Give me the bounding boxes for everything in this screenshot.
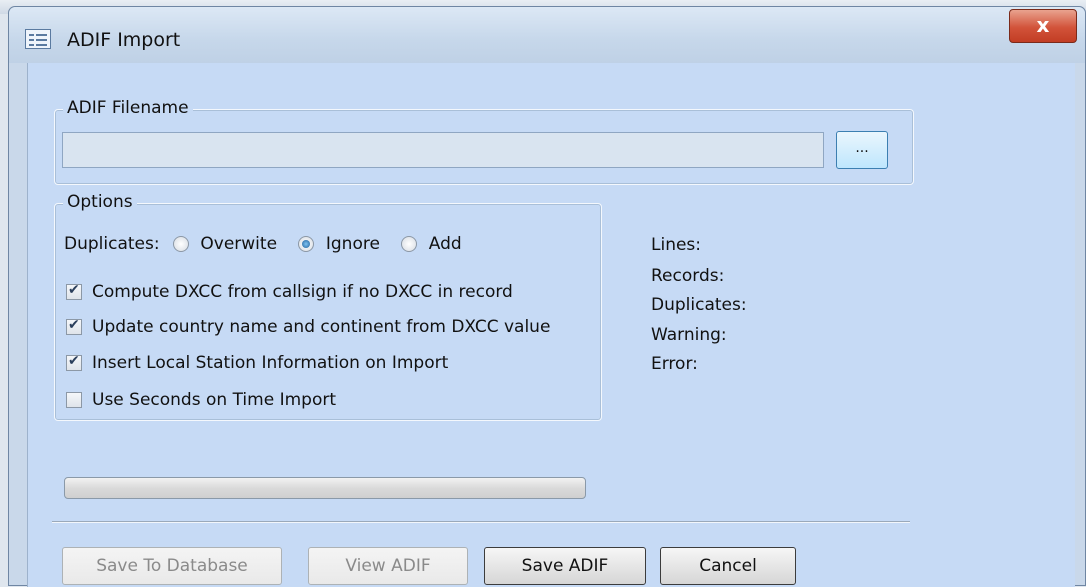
duplicates-row: Duplicates: Overwite Ignore Add bbox=[64, 233, 462, 255]
filename-input[interactable] bbox=[62, 132, 824, 168]
filename-group-label: ADIF Filename bbox=[63, 98, 193, 118]
options-group-label: Options bbox=[63, 192, 137, 212]
radio-overwite[interactable] bbox=[172, 236, 189, 252]
title-bar[interactable]: ADIF Import x bbox=[9, 7, 1085, 63]
save-adif-button[interactable]: Save ADIF bbox=[484, 547, 646, 585]
import-progress-bar bbox=[64, 477, 586, 499]
stat-duplicates: Duplicates: bbox=[651, 295, 747, 315]
compute-dxcc-label[interactable]: Compute DXCC from callsign if no DXCC in… bbox=[92, 281, 513, 303]
use-seconds-checkbox[interactable] bbox=[66, 392, 82, 408]
adif-import-dialog: ADIF Import x ADIF Filename ... Options … bbox=[8, 6, 1086, 587]
compute-dxcc-checkbox[interactable] bbox=[66, 282, 82, 300]
radio-ignore[interactable] bbox=[298, 236, 315, 252]
radio-add[interactable] bbox=[401, 236, 418, 252]
insert-local-station-checkbox[interactable] bbox=[66, 353, 82, 371]
stat-lines: Lines: bbox=[651, 235, 702, 255]
stat-error: Error: bbox=[651, 354, 698, 374]
divider bbox=[52, 521, 910, 523]
browse-button[interactable]: ... bbox=[836, 131, 888, 169]
insert-local-station-label[interactable]: Insert Local Station Information on Impo… bbox=[92, 352, 448, 374]
save-to-database-button[interactable]: Save To Database bbox=[62, 547, 282, 585]
update-country-checkbox[interactable] bbox=[66, 317, 82, 335]
duplicates-label: Duplicates: bbox=[64, 234, 160, 254]
window-title: ADIF Import bbox=[67, 29, 181, 51]
close-button[interactable]: x bbox=[1009, 9, 1077, 43]
form-icon bbox=[25, 29, 51, 49]
use-seconds-label[interactable]: Use Seconds on Time Import bbox=[92, 389, 336, 411]
cancel-button[interactable]: Cancel bbox=[660, 547, 796, 585]
radio-overwite-label[interactable]: Overwite bbox=[200, 234, 277, 254]
view-adif-button[interactable]: View ADIF bbox=[308, 547, 468, 585]
dialog-body: ADIF Filename ... Options Duplicates: Ov… bbox=[27, 63, 1075, 587]
update-country-label[interactable]: Update country name and continent from D… bbox=[92, 316, 550, 338]
radio-ignore-label[interactable]: Ignore bbox=[326, 234, 380, 254]
stat-records: Records: bbox=[651, 266, 725, 286]
stat-warning: Warning: bbox=[651, 325, 727, 345]
radio-add-label[interactable]: Add bbox=[429, 234, 462, 254]
